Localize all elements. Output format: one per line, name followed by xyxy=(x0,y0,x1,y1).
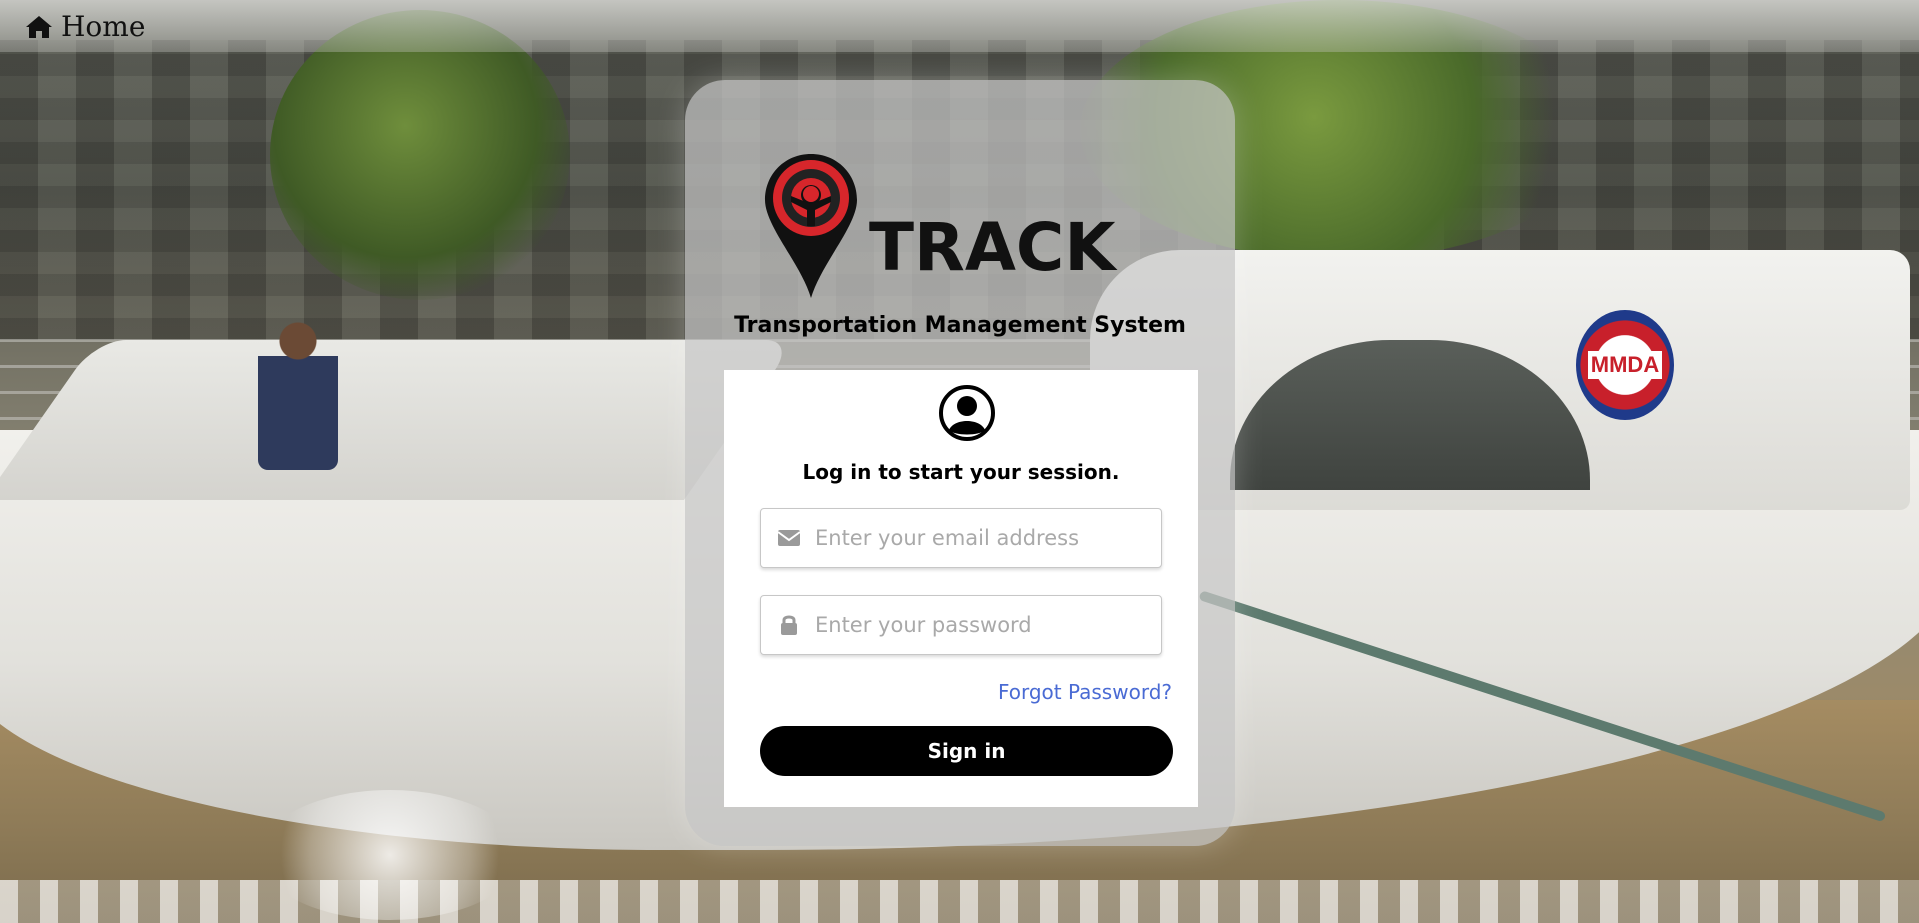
boat-deck xyxy=(0,340,797,500)
login-card: Log in to start your session. Forgot Pas… xyxy=(724,370,1198,807)
person-on-boat xyxy=(258,320,338,470)
forgot-password-link[interactable]: Forgot Password? xyxy=(998,680,1172,704)
user-circle-icon xyxy=(939,385,995,441)
email-field[interactable] xyxy=(760,508,1162,568)
login-panel: TRACK Transportation Management System L… xyxy=(685,80,1235,846)
track-logo: TRACK xyxy=(765,154,1118,298)
home-link[interactable]: Home xyxy=(25,8,145,46)
mmda-seal-text: MMDA xyxy=(1587,351,1663,379)
login-page: MMDA Home TRACK Transportation Managemen… xyxy=(0,0,1919,923)
home-icon xyxy=(26,16,52,38)
background-tree xyxy=(270,10,570,300)
lock-icon xyxy=(781,615,797,635)
top-bar: Home xyxy=(0,0,1919,52)
email-input[interactable] xyxy=(815,518,1161,558)
sign-in-button[interactable]: Sign in xyxy=(760,726,1173,776)
mmda-seal: MMDA xyxy=(1576,310,1674,420)
password-input[interactable] xyxy=(815,605,1161,645)
home-label: Home xyxy=(61,10,146,43)
envelope-icon xyxy=(777,530,801,546)
password-field[interactable] xyxy=(760,595,1162,655)
water-foam xyxy=(0,880,1919,923)
logo-text: TRACK xyxy=(869,209,1118,286)
system-subtitle: Transportation Management System xyxy=(734,313,1186,338)
login-heading: Log in to start your session. xyxy=(802,460,1120,484)
